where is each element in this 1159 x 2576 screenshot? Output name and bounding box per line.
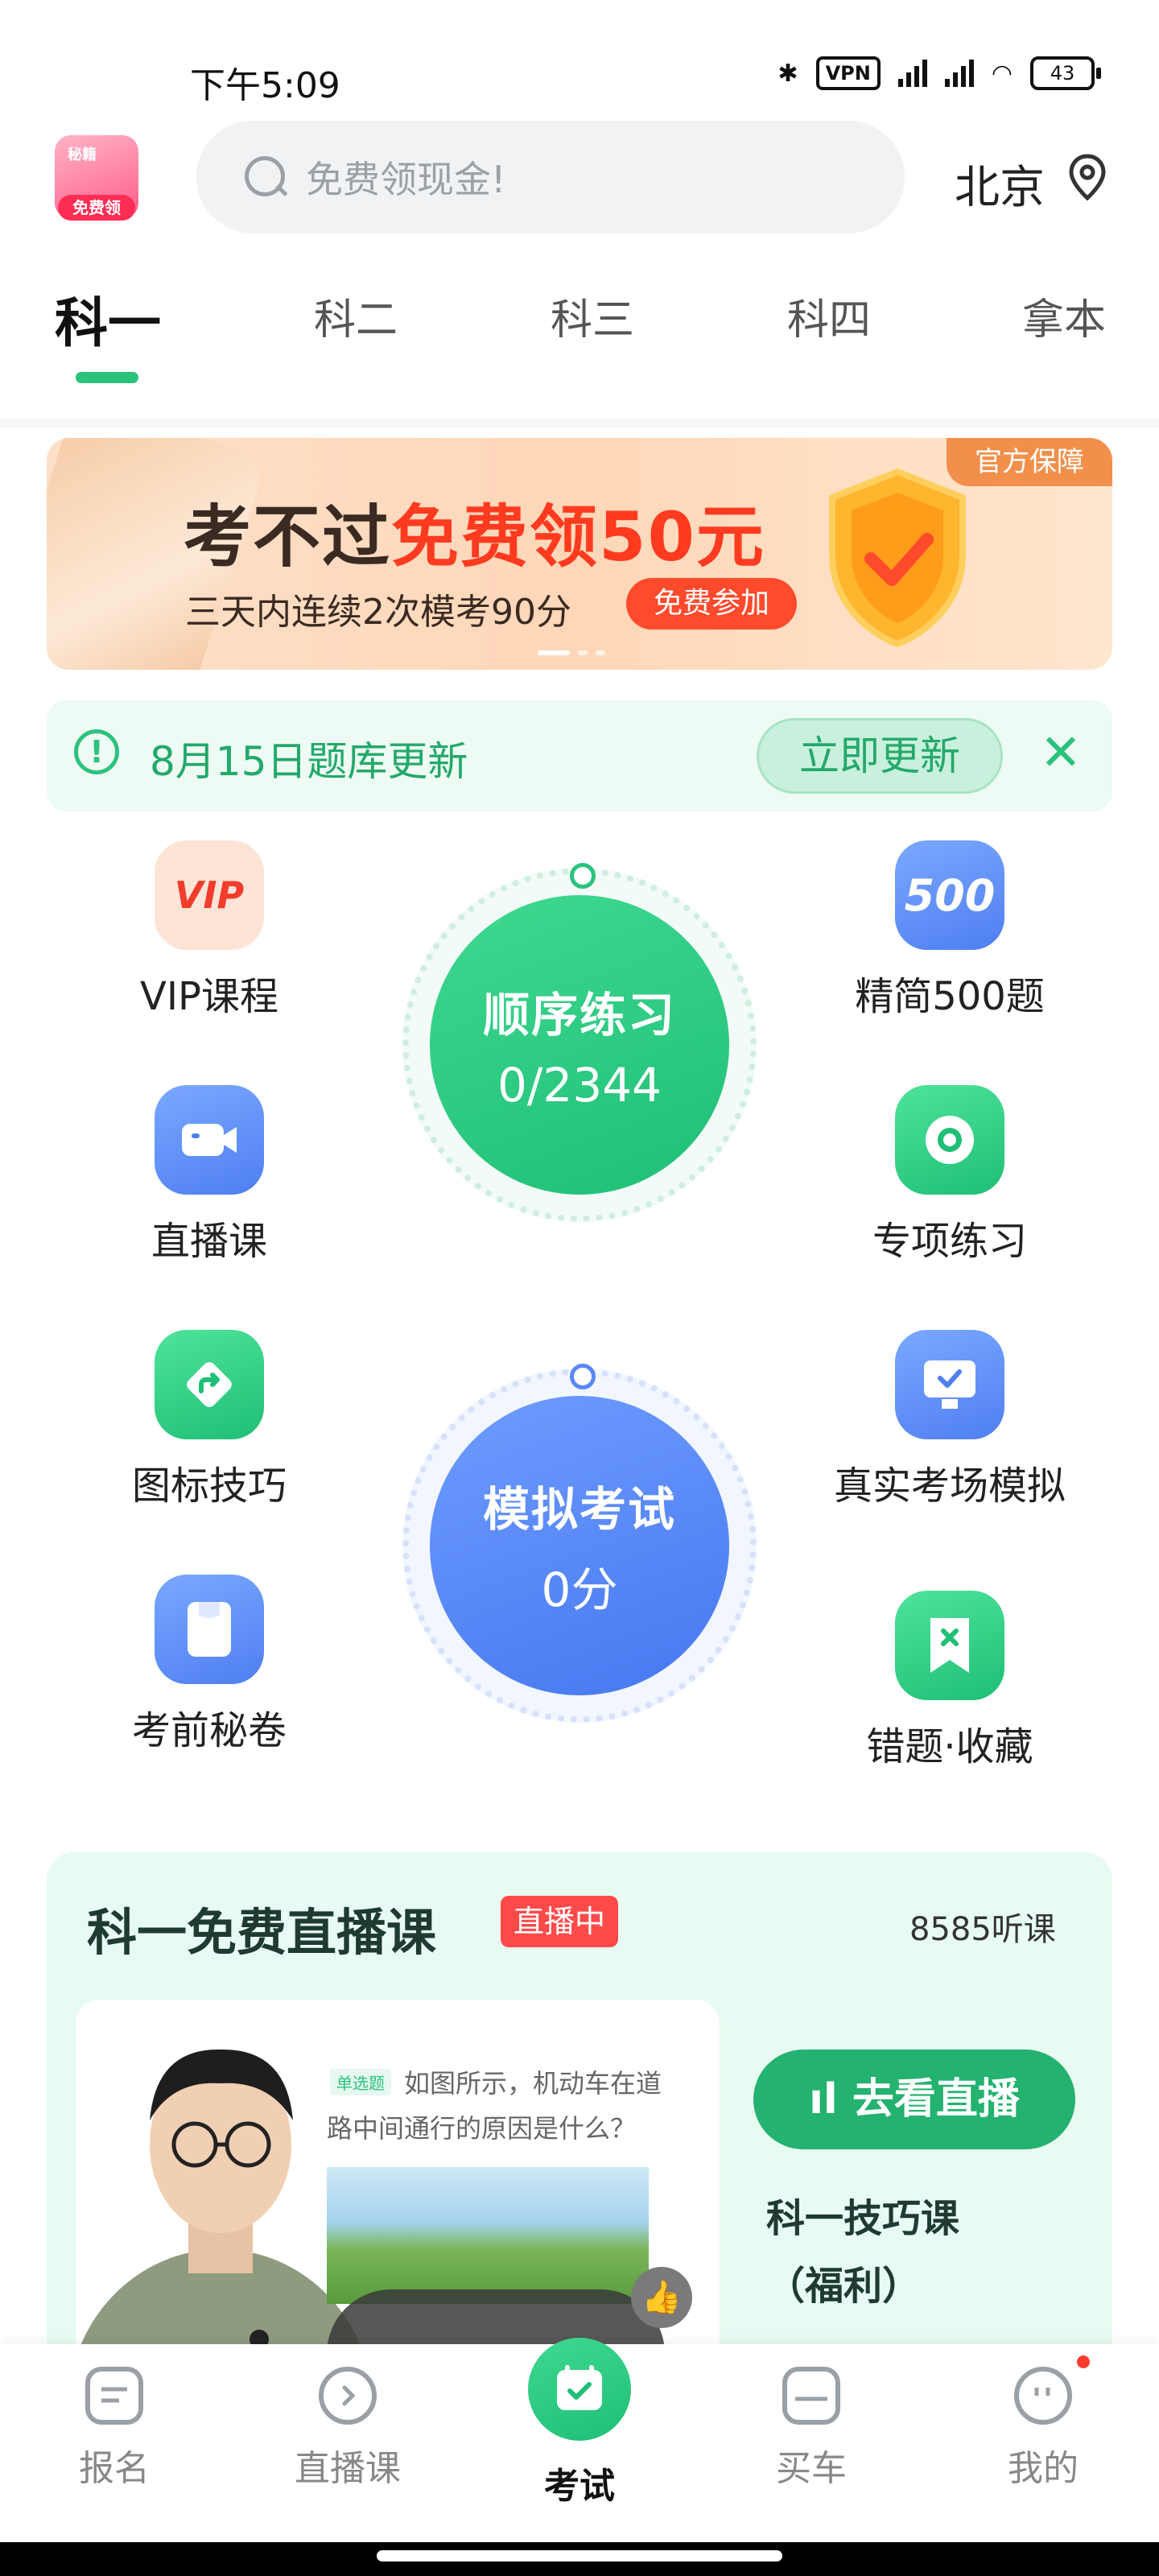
live-course-item[interactable]: 直播课 — [89, 1085, 330, 1265]
live-course-subtitle: 科一技巧课（福利） — [766, 2196, 960, 2309]
wrong-favorite-item[interactable]: 错题·收藏 — [829, 1591, 1070, 1771]
banner-title-prefix: 考不过 — [184, 497, 392, 576]
nav-buy-car-label: 买车 — [776, 2448, 847, 2489]
search-icon — [241, 153, 290, 201]
vip-course-item[interactable]: VIP VIP课程 — [89, 840, 330, 1021]
tab-ke2[interactable]: 科二 — [314, 286, 398, 346]
nav-register-label: 报名 — [79, 2448, 150, 2489]
system-home-bar — [0, 2542, 1159, 2576]
close-icon[interactable]: ✕ — [1040, 723, 1082, 782]
battery-icon: 43 — [1030, 56, 1101, 90]
special-practice-label: 专项练习 — [872, 1219, 1027, 1264]
ring-knob — [570, 1364, 596, 1389]
sequential-practice-button[interactable]: 顺序练习 0/2344 — [430, 895, 729, 1195]
watch-live-button[interactable]: ıl 去看直播 — [753, 2050, 1075, 2149]
wrong-favorite-label: 错题·收藏 — [866, 1724, 1033, 1769]
document-icon — [155, 1575, 264, 1684]
road-scene-image — [327, 2167, 649, 2304]
special-practice-item[interactable]: 专项练习 — [829, 1085, 1070, 1265]
banner-page-indicator — [538, 650, 605, 655]
video-camera-icon — [155, 1085, 264, 1195]
real-exam-sim-label: 真实考场模拟 — [833, 1463, 1066, 1509]
nav-exam[interactable]: 考试 — [499, 2457, 660, 2508]
update-now-button[interactable]: 立即更新 — [757, 718, 1003, 794]
banner-title: 考不过免费领50元 — [184, 483, 765, 580]
nav-profile-label: 我的 — [1008, 2448, 1079, 2489]
promo-logo-icon[interactable]: 秘籍 免费领 — [55, 135, 138, 221]
nav-live[interactable]: 直播课 — [267, 2367, 428, 2491]
tab-ke3[interactable]: 科三 — [551, 286, 634, 346]
mock-exam-button[interactable]: 模拟考试 0分 — [430, 1396, 729, 1695]
nav-register[interactable]: 报名 — [34, 2367, 195, 2491]
vip-icon: VIP — [155, 840, 264, 950]
info-icon: ! — [74, 729, 119, 774]
banner-title-highlight: 免费领50元 — [391, 497, 765, 576]
car-icon — [782, 2367, 840, 2425]
tab-indicator — [76, 372, 138, 383]
smiley-icon — [1014, 2367, 1072, 2425]
location-pin-icon[interactable] — [1067, 153, 1107, 201]
vip-icon-text: VIP — [174, 873, 245, 917]
monitor-check-icon — [895, 1330, 1004, 1439]
secret-paper-label: 考前秘卷 — [131, 1708, 287, 1753]
tab-license[interactable]: 拿本 — [1022, 286, 1106, 346]
listener-count: 8585听课 — [909, 1911, 1056, 1948]
question-text: 如图所示，机动车在道路中间通行的原因是什么？ — [327, 2068, 662, 2144]
shield-check-icon — [829, 468, 966, 648]
banner-subtitle: 三天内连续2次模考90分 — [185, 592, 571, 633]
watch-live-label: 去看直播 — [852, 2075, 1020, 2124]
essential-500-item[interactable]: 500 精简500题 — [829, 840, 1070, 1021]
notification-dot — [1077, 2355, 1090, 2368]
nav-buy-car[interactable]: 买车 — [731, 2367, 892, 2491]
exam-calendar-icon[interactable] — [528, 2338, 631, 2441]
sign-tips-label: 图标技巧 — [131, 1463, 287, 1509]
vpn-badge: VPN — [815, 56, 881, 90]
tab-ke1[interactable]: 科一 — [55, 280, 161, 357]
logo-tag: 免费领 — [58, 195, 135, 221]
live-card-title: 科一免费直播课 — [87, 1903, 437, 1962]
nav-profile[interactable]: 我的 — [963, 2367, 1124, 2491]
signal-icon — [944, 60, 974, 87]
live-video-thumbnail[interactable]: 单选题 如图所示，机动车在道路中间通行的原因是什么？ 👍 — [76, 2000, 720, 2402]
mock-exam-score: 0分 — [541, 1563, 618, 1617]
500-icon-text: 500 — [904, 869, 996, 921]
wifi-icon: ◠ — [991, 59, 1013, 88]
mock-exam-title: 模拟考试 — [482, 1482, 676, 1537]
bluetooth-icon: ✱ — [777, 59, 798, 88]
nav-exam-label: 考试 — [544, 2466, 615, 2507]
signal-icon — [897, 60, 927, 87]
target-icon — [895, 1085, 1004, 1195]
divider — [0, 419, 1159, 428]
live-status-badge: 直播中 — [501, 1896, 619, 1947]
logo-mini-text: 秘籍 — [68, 147, 97, 163]
ring-knob — [570, 863, 596, 889]
status-icons: ✱ VPN ◠ 43 — [777, 56, 1101, 90]
bookmark-x-icon — [895, 1591, 1004, 1700]
play-icon — [319, 2367, 377, 2425]
status-time: 下午5:09 — [190, 65, 340, 106]
road-sign-icon — [155, 1330, 264, 1439]
thumbs-up-icon[interactable]: 👍 — [631, 2267, 692, 2328]
essential-500-label: 精简500题 — [855, 974, 1045, 1019]
update-notice-text: 8月15日题库更新 — [150, 738, 468, 785]
bars-icon: ıl — [809, 2075, 852, 2124]
nav-live-label: 直播课 — [295, 2448, 401, 2489]
500-badge-icon: 500 — [895, 840, 1004, 950]
secret-paper-item[interactable]: 考前秘卷 — [89, 1575, 330, 1755]
search-placeholder: 免费领现金! — [306, 158, 506, 201]
vip-course-label: VIP课程 — [140, 974, 278, 1019]
home-indicator[interactable] — [377, 2550, 782, 2562]
search-bar[interactable]: 免费领现金! — [196, 121, 905, 233]
banner-join-button[interactable]: 免费参加 — [626, 578, 797, 630]
promo-banner[interactable]: 考不过免费领50元 三天内连续2次模考90分 免费参加 官方保障 — [47, 438, 1112, 670]
city-selector[interactable]: 北京 — [955, 151, 1045, 217]
sign-tips-item[interactable]: 图标技巧 — [89, 1330, 330, 1510]
real-exam-sim-item[interactable]: 真实考场模拟 — [829, 1330, 1070, 1510]
sequential-practice-progress: 0/2344 — [497, 1058, 662, 1113]
register-icon — [85, 2367, 143, 2425]
sequential-practice-title: 顺序练习 — [482, 988, 676, 1042]
tab-ke4[interactable]: 科四 — [787, 286, 871, 346]
live-course-label: 直播课 — [151, 1219, 267, 1264]
